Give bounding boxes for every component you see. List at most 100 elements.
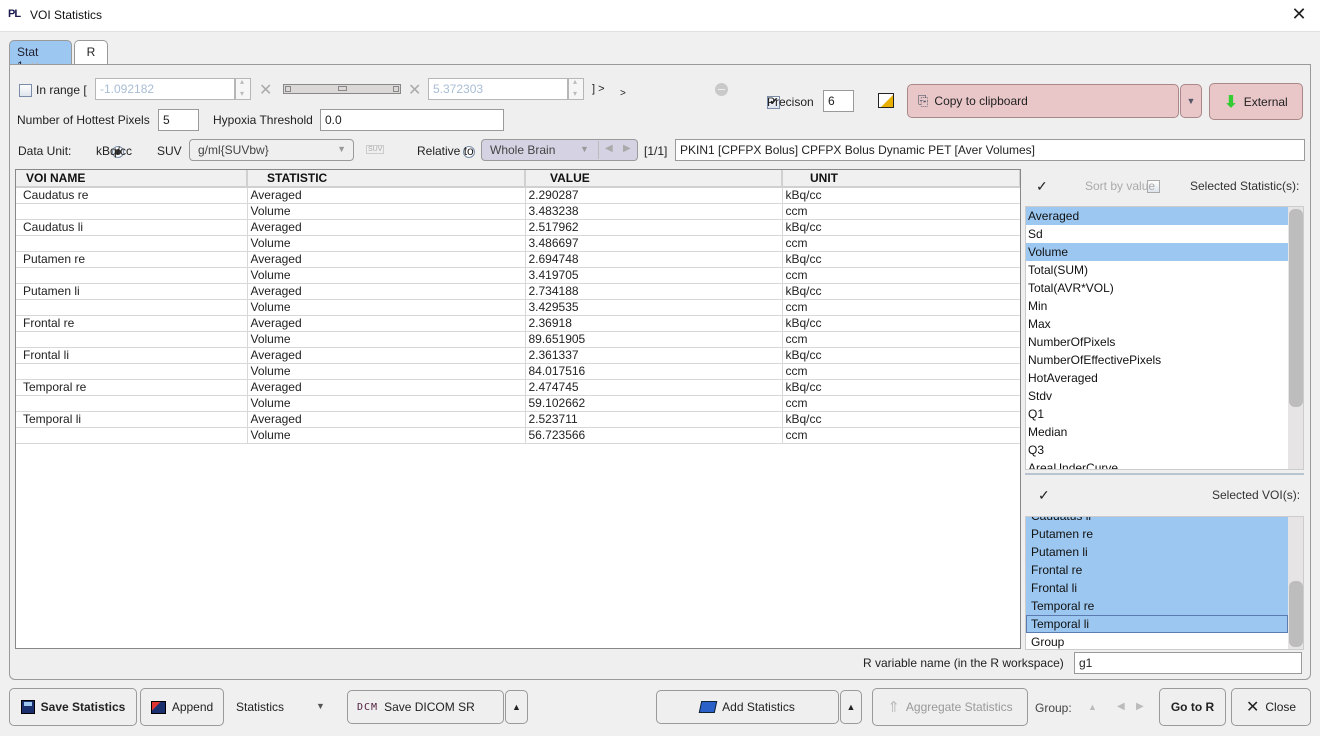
value-cell: 2.694748 [525,251,783,268]
value-cell: 3.419705 [525,267,783,284]
statistic-list-item[interactable]: AreaUnderCurve [1026,459,1288,469]
tab-r[interactable]: R [74,40,108,64]
column-header-value[interactable]: VALUE [525,170,783,188]
hottest-pixels-input[interactable]: 5 [158,109,199,131]
statistic-list-item[interactable]: Min [1026,297,1288,315]
statistic-cell: Volume [247,235,526,252]
statistic-list-item[interactable]: Averaged [1026,207,1288,225]
table-row[interactable]: Volume 56.723566 ccm [16,427,1020,444]
statistic-list-item[interactable]: Sd [1026,225,1288,243]
voi-list-item[interactable]: Putamen li [1026,543,1288,561]
copy-options-dropdown[interactable]: ▼ [1180,84,1202,118]
relative-voi-select[interactable]: Whole Brain ▼ ◀ ▶ [481,139,638,161]
range-min-input[interactable]: -1.092182 [95,78,235,100]
append-button[interactable]: Append [140,688,224,726]
external-button[interactable]: ⬇ External [1209,83,1303,120]
range-slider[interactable] [283,84,401,94]
statistic-list-item[interactable]: NumberOfEffectivePixels [1026,351,1288,369]
statistic-list-item[interactable]: Total(SUM) [1026,261,1288,279]
save-statistics-button[interactable]: Save Statistics [9,688,137,726]
add-statistics-label: Add Statistics [722,700,795,714]
table-row[interactable]: Volume 84.017516 ccm [16,363,1020,380]
precision-input[interactable]: 6 [823,90,854,112]
clear-min-icon[interactable]: ✕ [259,80,272,100]
group-next-icon[interactable]: ▶ [1136,701,1144,712]
statistic-list-item[interactable]: Q3 [1026,441,1288,459]
table-row[interactable]: Volume 3.429535 ccm [16,299,1020,316]
previous-voi-icon[interactable]: ◀ [605,143,613,154]
table-row[interactable]: Frontal li Averaged 2.361337 kBq/cc [16,347,1020,364]
statistic-list-item[interactable]: Total(AVR*VOL) [1026,279,1288,297]
aggregate-statistics-button[interactable]: ⇑ Aggregate Statistics [872,688,1028,726]
range-max-spinner[interactable] [568,77,584,100]
statistic-list-item[interactable]: Max [1026,315,1288,333]
statistic-cell: Averaged [247,251,526,268]
select-all-vois-check-icon[interactable]: ✓ [1038,487,1050,504]
table-row[interactable]: Volume 89.651905 ccm [16,331,1020,348]
voi-list-item[interactable]: Putamen re [1026,525,1288,543]
statistic-list-item[interactable]: Median [1026,423,1288,441]
slider-min-handle[interactable] [285,86,291,92]
color-toggle-icon[interactable] [878,93,894,108]
statistic-list-item[interactable]: HotAveraged [1026,369,1288,387]
voi-list-item[interactable]: Group [1026,633,1288,649]
table-row[interactable]: Volume 3.486697 ccm [16,235,1020,252]
add-statistics-options-button[interactable]: ▲ [840,690,862,724]
hypoxia-threshold-input[interactable]: 0.0 [320,109,504,131]
statistic-list-item[interactable]: Stdv [1026,387,1288,405]
statistic-list-item[interactable]: Q1 [1026,405,1288,423]
next-voi-icon[interactable]: ▶ [623,143,631,154]
voi-list-item[interactable]: Frontal li [1026,579,1288,597]
window-close-button[interactable]: ✕ [1288,4,1310,25]
voi-list-item[interactable]: Temporal li [1026,615,1288,633]
unit-kbq-label: kBq/cc [96,144,133,158]
voi-list-item[interactable]: Temporal re [1026,597,1288,615]
clear-max-icon[interactable]: ✕ [408,80,421,100]
table-row[interactable]: Volume 59.102662 ccm [16,395,1020,412]
statistic-list-item[interactable]: Volume [1026,243,1288,261]
table-row[interactable]: Volume 3.419705 ccm [16,267,1020,284]
statistics-list-scrollbar[interactable] [1288,207,1303,469]
scrollbar-thumb[interactable] [1289,581,1303,647]
table-header-row: VOI NAME STATISTIC VALUE UNIT [16,170,1020,188]
suv-calc-icon[interactable]: SUV [366,145,385,154]
copy-to-clipboard-button[interactable]: ⎘ Copy to clipboard [907,84,1179,118]
select-all-statistics-check-icon[interactable]: ✓ [1036,178,1048,195]
scrollbar-thumb[interactable] [1289,209,1303,407]
in-range-checkbox[interactable] [19,84,32,98]
r-variable-input[interactable]: g1 [1074,652,1302,674]
slider-max-handle[interactable] [393,86,399,92]
statistic-cell: Volume [247,203,526,220]
table-row[interactable]: Frontal re Averaged 2.36918 kBq/cc [16,315,1020,332]
voi-list-scrollbar[interactable] [1288,517,1303,649]
group-up-icon[interactable]: ▲ [1088,702,1097,712]
group-previous-icon[interactable]: ◀ [1117,701,1125,712]
suv-unit-select[interactable]: g/ml{SUVbw} ▼ [189,139,354,161]
table-row[interactable]: Putamen li Averaged 2.734188 kBq/cc [16,283,1020,300]
slider-thumb[interactable] [338,86,347,91]
table-row[interactable]: Caudatus li Averaged 2.517962 kBq/cc [16,219,1020,236]
table-row[interactable]: Volume 3.483238 ccm [16,203,1020,220]
table-row[interactable]: Temporal re Averaged 2.474745 kBq/cc [16,379,1020,396]
statistic-list-item[interactable]: NumberOfPixels [1026,333,1288,351]
aggregate-statistics-label: Aggregate Statistics [905,700,1013,714]
range-max-input[interactable]: 5.372303 [428,78,568,100]
go-to-r-button[interactable]: Go to R [1159,688,1226,726]
table-row[interactable]: Putamen re Averaged 2.694748 kBq/cc [16,251,1020,268]
table-row[interactable]: Caudatus re Averaged 2.290287 kBq/cc [16,187,1020,204]
column-header-statistic[interactable]: STATISTIC [247,170,526,188]
hypoxia-threshold-label: Hypoxia Threshold [213,113,313,127]
voi-list-item[interactable]: Caudatus li [1026,517,1288,525]
tab-stat-1[interactable]: Stat 1✕ [9,40,72,73]
table-row[interactable]: Temporal li Averaged 2.523711 kBq/cc [16,411,1020,428]
dicom-options-button[interactable]: ▲ [505,690,528,724]
add-statistics-button[interactable]: Add Statistics [656,690,839,724]
column-header-unit[interactable]: UNIT [782,170,1020,188]
save-format-select[interactable]: Statistics ▼ [230,697,338,717]
close-button[interactable]: ✕ Close [1231,688,1311,726]
save-dicom-sr-button[interactable]: DCM Save DICOM SR [347,690,504,724]
source-field[interactable]: PKIN1 [CPFPX Bolus] CPFPX Bolus Dynamic … [675,139,1305,161]
range-min-spinner[interactable] [235,77,251,100]
voi-list-item[interactable]: Frontal re [1026,561,1288,579]
column-header-voi-name[interactable]: VOI NAME [16,170,248,188]
